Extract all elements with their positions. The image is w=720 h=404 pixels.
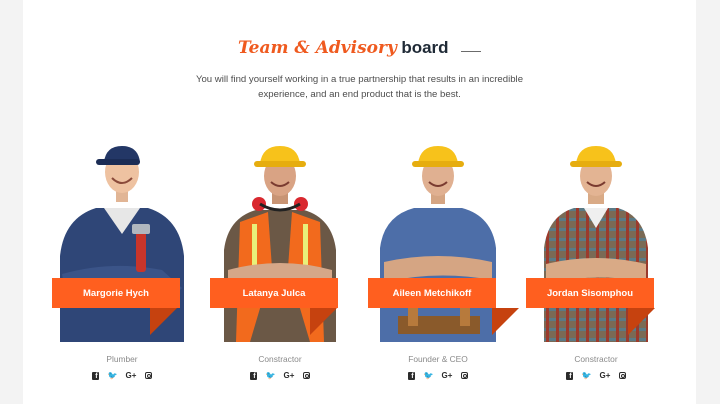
facebook-icon[interactable]: f <box>565 371 574 381</box>
instagram-icon[interactable] <box>302 371 311 381</box>
nameplate-tail <box>628 308 655 335</box>
member-role: Constractor <box>574 354 618 364</box>
social-links: f 🐦 G+ <box>210 371 350 381</box>
nameplate-tail <box>150 308 177 335</box>
twitter-icon[interactable]: 🐦 <box>266 371 276 381</box>
instagram-icon[interactable] <box>144 371 153 381</box>
google-plus-icon[interactable]: G+ <box>600 371 611 381</box>
member-name: Aileen Metchikoff <box>392 287 472 299</box>
nameplate-tail <box>310 308 337 335</box>
member-name-plate[interactable]: Margorie Hych <box>52 278 180 308</box>
section-intro: You will find yourself working in a true… <box>195 74 524 100</box>
member-name-plate[interactable]: Jordan Sisomphou <box>526 278 654 308</box>
facebook-icon[interactable]: f <box>91 371 100 381</box>
member-role: Constractor <box>258 354 302 364</box>
social-links: f 🐦 G+ <box>52 371 192 381</box>
title-accent: Team & Advisory <box>237 38 397 58</box>
team-section: Team & Advisory board You will find your… <box>23 0 696 404</box>
social-links: f 🐦 G+ <box>526 371 666 381</box>
google-plus-icon[interactable]: G+ <box>284 371 295 381</box>
team-card: Margorie Hych Plumber f 🐦 G+ <box>52 138 192 388</box>
instagram-icon[interactable] <box>618 371 627 381</box>
twitter-icon[interactable]: 🐦 <box>582 371 592 381</box>
section-title: Team & Advisory board <box>23 38 696 58</box>
google-plus-icon[interactable]: G+ <box>126 371 137 381</box>
member-name: Jordan Sisomphou <box>546 287 634 299</box>
member-name: Latanya Julca <box>242 287 306 299</box>
social-links: f 🐦 G+ <box>368 371 508 381</box>
worker-photo <box>368 138 508 342</box>
member-name-plate[interactable]: Aileen Metchikoff <box>368 278 496 308</box>
title-rule <box>461 51 481 53</box>
instagram-icon[interactable] <box>460 371 469 381</box>
google-plus-icon[interactable]: G+ <box>442 371 453 381</box>
member-role: Plumber <box>106 354 138 364</box>
twitter-icon[interactable]: 🐦 <box>108 371 118 381</box>
member-role: Founder & CEO <box>408 354 468 364</box>
facebook-icon[interactable]: f <box>407 371 416 381</box>
team-card: Latanya Julca Constractor f 🐦 G+ <box>210 138 350 388</box>
nameplate-tail <box>492 308 519 335</box>
facebook-icon[interactable]: f <box>249 371 258 381</box>
team-card: Aileen Metchikoff Founder & CEO f 🐦 G+ <box>368 138 519 388</box>
title-rest: board <box>401 38 449 57</box>
twitter-icon[interactable]: 🐦 <box>424 371 434 381</box>
member-name-plate[interactable]: Latanya Julca <box>210 278 338 308</box>
team-card: Jordan Sisomphou Constractor f 🐦 G+ <box>526 138 666 388</box>
member-name: Margorie Hych <box>83 287 149 299</box>
